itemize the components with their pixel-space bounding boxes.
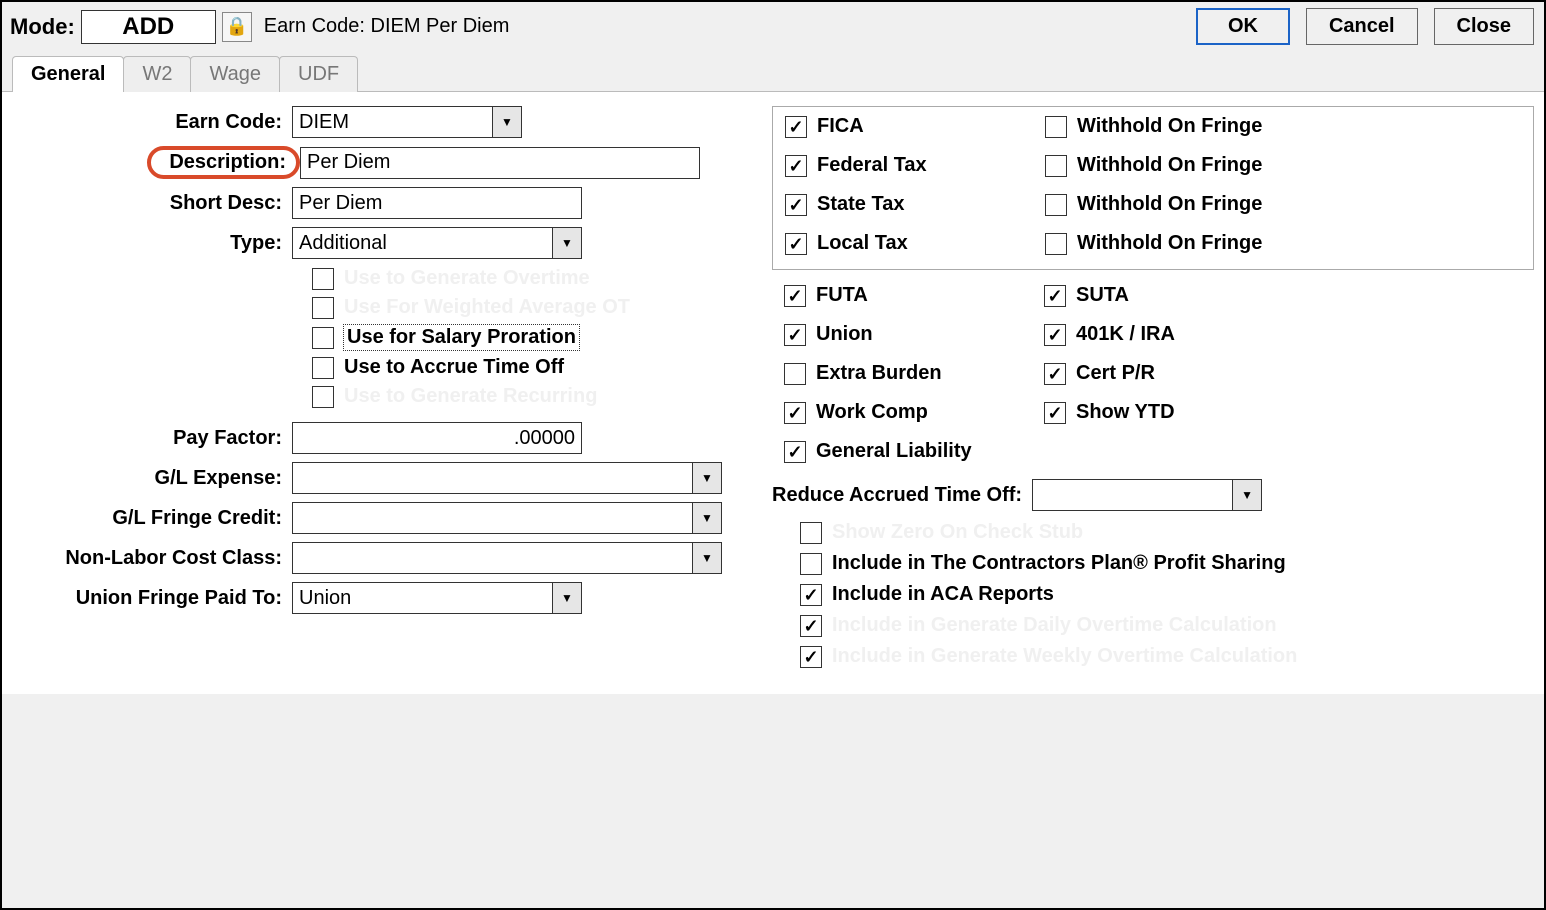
mode-value: ADD	[81, 10, 216, 44]
withhold-fica-checkbox[interactable]	[1045, 116, 1067, 138]
description-input[interactable]	[300, 147, 700, 179]
daily-ot-label: Include in Generate Daily Overtime Calcu…	[832, 614, 1277, 637]
aca-label: Include in ACA Reports	[832, 583, 1054, 606]
futa-label: FUTA	[816, 284, 868, 307]
401k-checkbox[interactable]	[1044, 324, 1066, 346]
mode-label: Mode:	[10, 14, 75, 40]
non-labor-input[interactable]	[292, 542, 692, 574]
chevron-down-icon[interactable]: ▼	[1232, 479, 1262, 511]
use-overtime-label: Use to Generate Overtime	[344, 267, 590, 290]
union-fringe-input[interactable]	[292, 582, 552, 614]
fica-label: FICA	[817, 115, 864, 138]
cancel-button[interactable]: Cancel	[1306, 8, 1418, 45]
withhold-federal-checkbox[interactable]	[1045, 155, 1067, 177]
withhold-state-label: Withhold On Fringe	[1077, 193, 1262, 216]
use-accrue-checkbox[interactable]	[312, 357, 334, 379]
gl-expense-input[interactable]	[292, 462, 692, 494]
union-checkbox[interactable]	[784, 324, 806, 346]
local-label: Local Tax	[817, 232, 908, 255]
non-labor-combo[interactable]: ▼	[292, 542, 722, 574]
suta-checkbox[interactable]	[1044, 285, 1066, 307]
profit-sharing-label: Include in The Contractors Plan® Profit …	[832, 552, 1286, 575]
type-combo[interactable]: ▼	[292, 227, 582, 259]
chevron-down-icon[interactable]: ▼	[692, 462, 722, 494]
reduce-accrued-combo[interactable]: ▼	[1032, 479, 1262, 511]
gen-liab-label: General Liability	[816, 440, 972, 463]
gl-fringe-combo[interactable]: ▼	[292, 502, 722, 534]
reduce-accrued-label: Reduce Accrued Time Off:	[772, 484, 1022, 507]
aca-checkbox[interactable]	[800, 584, 822, 606]
gl-fringe-input[interactable]	[292, 502, 692, 534]
gen-liab-checkbox[interactable]	[784, 441, 806, 463]
chevron-down-icon[interactable]: ▼	[552, 582, 582, 614]
gl-fringe-label: G/L Fringe Credit:	[12, 507, 292, 530]
tab-udf[interactable]: UDF	[279, 56, 358, 92]
extra-burden-checkbox[interactable]	[784, 363, 806, 385]
union-fringe-label: Union Fringe Paid To:	[12, 587, 292, 610]
cert-pr-label: Cert P/R	[1076, 362, 1155, 385]
lock-icon[interactable]: 🔒	[222, 12, 252, 42]
ok-button[interactable]: OK	[1196, 8, 1290, 45]
work-comp-label: Work Comp	[816, 401, 928, 424]
pay-factor-input[interactable]	[292, 422, 582, 454]
withhold-federal-label: Withhold On Fringe	[1077, 154, 1262, 177]
weekly-ot-checkbox[interactable]	[800, 646, 822, 668]
withhold-local-checkbox[interactable]	[1045, 233, 1067, 255]
close-button[interactable]: Close	[1434, 8, 1534, 45]
withhold-local-label: Withhold On Fringe	[1077, 232, 1262, 255]
futa-checkbox[interactable]	[784, 285, 806, 307]
non-labor-label: Non-Labor Cost Class:	[12, 547, 292, 570]
chevron-down-icon[interactable]: ▼	[692, 502, 722, 534]
state-checkbox[interactable]	[785, 194, 807, 216]
weekly-ot-label: Include in Generate Weekly Overtime Calc…	[832, 645, 1297, 668]
use-recurring-checkbox[interactable]	[312, 386, 334, 408]
union-label: Union	[816, 323, 873, 346]
short-desc-input[interactable]	[292, 187, 582, 219]
use-weighted-checkbox[interactable]	[312, 297, 334, 319]
chevron-down-icon[interactable]: ▼	[692, 542, 722, 574]
suta-label: SUTA	[1076, 284, 1129, 307]
use-accrue-label: Use to Accrue Time Off	[344, 356, 564, 379]
state-label: State Tax	[817, 193, 904, 216]
fica-checkbox[interactable]	[785, 116, 807, 138]
cert-pr-checkbox[interactable]	[1044, 363, 1066, 385]
withhold-fica-label: Withhold On Fringe	[1077, 115, 1262, 138]
gl-expense-label: G/L Expense:	[12, 467, 292, 490]
type-input[interactable]	[292, 227, 552, 259]
short-desc-label: Short Desc:	[12, 192, 292, 215]
extra-burden-label: Extra Burden	[816, 362, 942, 385]
withhold-state-checkbox[interactable]	[1045, 194, 1067, 216]
gl-expense-combo[interactable]: ▼	[292, 462, 722, 494]
union-fringe-combo[interactable]: ▼	[292, 582, 582, 614]
chevron-down-icon[interactable]: ▼	[492, 106, 522, 138]
federal-label: Federal Tax	[817, 154, 927, 177]
earn-code-label: Earn Code:	[12, 111, 292, 134]
description-label: Description:	[169, 151, 286, 173]
work-comp-checkbox[interactable]	[784, 402, 806, 424]
use-recurring-label: Use to Generate Recurring	[344, 385, 597, 408]
chevron-down-icon[interactable]: ▼	[552, 227, 582, 259]
401k-label: 401K / IRA	[1076, 323, 1175, 346]
tab-wage[interactable]: Wage	[190, 56, 280, 92]
earn-code-combo[interactable]: ▼	[292, 106, 522, 138]
use-weighted-label: Use For Weighted Average OT	[344, 296, 630, 319]
use-salary-checkbox[interactable]	[312, 327, 334, 349]
show-zero-label: Show Zero On Check Stub	[832, 521, 1083, 544]
local-checkbox[interactable]	[785, 233, 807, 255]
tab-w2[interactable]: W2	[123, 56, 191, 92]
show-ytd-label: Show YTD	[1076, 401, 1175, 424]
reduce-accrued-input[interactable]	[1032, 479, 1232, 511]
profit-sharing-checkbox[interactable]	[800, 553, 822, 575]
earn-code-header: Earn Code: DIEM Per Diem	[264, 15, 510, 38]
daily-ot-checkbox[interactable]	[800, 615, 822, 637]
show-zero-checkbox[interactable]	[800, 522, 822, 544]
type-label: Type:	[12, 232, 292, 255]
earn-code-input[interactable]	[292, 106, 492, 138]
pay-factor-label: Pay Factor:	[12, 427, 292, 450]
use-salary-label: Use for Salary Proration	[344, 325, 579, 350]
federal-checkbox[interactable]	[785, 155, 807, 177]
show-ytd-checkbox[interactable]	[1044, 402, 1066, 424]
use-overtime-checkbox[interactable]	[312, 268, 334, 290]
tab-general[interactable]: General	[12, 56, 124, 92]
